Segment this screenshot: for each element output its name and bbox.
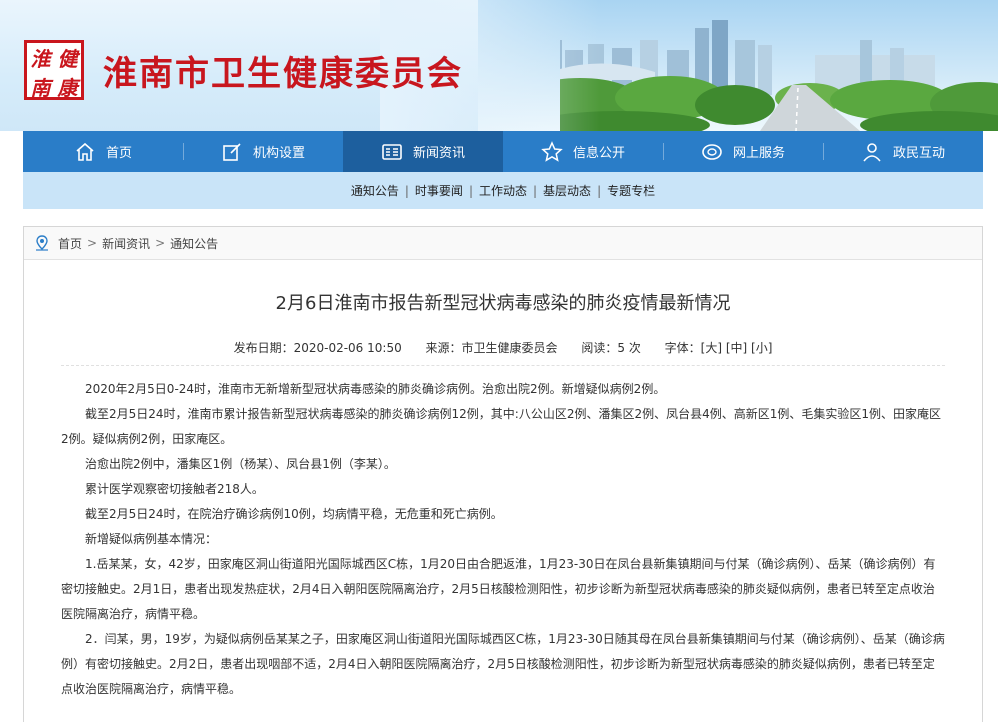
main-nav: 首页 机构设置 新闻资讯 信息公开 网上服务 政民互动 [23,131,983,172]
nav-item-info-public[interactable]: 信息公开 [503,131,663,172]
breadcrumb-notice[interactable]: 通知公告 [170,235,218,252]
article-paragraph: 2020年2月5日0-24时，淮南市无新增新型冠状病毒感染的肺炎确诊病例。治愈出… [85,382,666,396]
subnav-separator: | [468,183,473,198]
content-panel: 首页 > 新闻资讯 > 通知公告 2月6日淮南市报告新型冠状病毒感染的肺炎疫情最… [23,226,983,722]
nav-item-label: 机构设置 [252,146,305,161]
breadcrumb: 首页 > 新闻资讯 > 通知公告 [24,227,982,260]
home-icon [76,142,94,161]
user-icon [863,142,881,162]
page: 淮 健 南 康 淮南市卫生健康委员会 首页 机构设置 新闻资讯 信息公开 网上服… [0,0,998,722]
subnav-item-work-news[interactable]: 工作动态 [479,182,527,199]
site-logo[interactable]: 淮 健 南 康 [24,40,84,100]
header-banner: 淮 健 南 康 淮南市卫生健康委员会 [0,0,998,131]
star-icon [541,140,563,162]
subnav-separator: | [597,183,602,198]
logo-char: 南 [30,76,51,100]
news-icon [382,143,402,160]
read-count: 阅读：5 次 [581,341,641,355]
subnav-separator: | [404,183,409,198]
nav-item-news[interactable]: 新闻资讯 [343,131,503,172]
article-meta: 发布日期：2020-02-06 10:50 来源：市卫生健康委员会 阅读：5 次… [24,339,982,356]
subnav-item-current-news[interactable]: 时事要闻 [415,182,463,199]
article-body: 2020年2月5日0-24时，淮南市无新增新型冠状病毒感染的肺炎确诊病例。治愈出… [61,377,945,702]
nav-item-label: 政民互动 [892,146,945,161]
nav-item-label: 新闻资讯 [412,146,465,161]
article-paragraph: 累计医学观察密切接触者218人。 [85,482,264,496]
article-title: 2月6日淮南市报告新型冠状病毒感染的肺炎疫情最新情况 [275,293,731,314]
breadcrumb-separator: > [87,236,98,250]
subnav-item-notice[interactable]: 通知公告 [351,182,399,199]
publish-date: 发布日期：2020-02-06 10:50 [233,341,402,355]
font-size-switcher[interactable]: 字体：[大] [中] [小] [665,341,773,355]
site-title: 淮南市卫生健康委员会 [103,54,463,94]
logo-char: 淮 [30,47,51,71]
city-skyline-illustration [560,20,998,131]
article-paragraph: 新增疑似病例基本情况： [85,532,218,546]
article-source: 来源：市卫生健康委员会 [425,341,558,355]
logo-char: 健 [57,47,78,71]
logo-char: 康 [57,76,78,100]
article-paragraph: 1.岳某某，女，42岁，田家庵区洞山街道阳光国际城西区C栋，1月20日由合肥返淮… [61,557,936,621]
breadcrumb-separator: > [155,236,166,250]
nav-item-online-service[interactable]: 网上服务 [663,131,823,172]
subnav-item-grassroots-news[interactable]: 基层动态 [543,182,591,199]
article-paragraph: 2．闫某，男，19岁，为疑似病例岳某某之子，田家庵区洞山街道阳光国际城西区C栋，… [61,632,945,696]
nav-item-label: 网上服务 [732,146,785,161]
subnav-separator: | [533,183,538,198]
nav-item-home[interactable]: 首页 [23,131,183,172]
nav-item-label: 信息公开 [572,146,625,161]
breadcrumb-news[interactable]: 新闻资讯 [102,235,150,252]
breadcrumb-home[interactable]: 首页 [58,235,82,252]
location-pin-icon [36,235,48,251]
sub-nav: 通知公告 | 时事要闻 | 工作动态 | 基层动态 | 专题专栏 [23,172,983,209]
article-paragraph: 治愈出院2例中，潘集区1例（杨某）、凤台县1例（李某）。 [85,457,396,471]
meta-divider [61,365,945,366]
nav-item-interaction[interactable]: 政民互动 [823,131,983,172]
edit-icon [223,142,241,161]
nav-item-organization[interactable]: 机构设置 [183,131,343,172]
subnav-item-special-topics[interactable]: 专题专栏 [607,182,655,199]
article-paragraph: 截至2月5日24时，在院治疗确诊病例10例，均病情平稳，无危重和死亡病例。 [85,507,503,521]
nav-item-label: 首页 [105,146,132,161]
service-icon [702,143,722,160]
article-paragraph: 截至2月5日24时，淮南市累计报告新型冠状病毒感染的肺炎确诊病例12例，其中:八… [61,407,942,446]
